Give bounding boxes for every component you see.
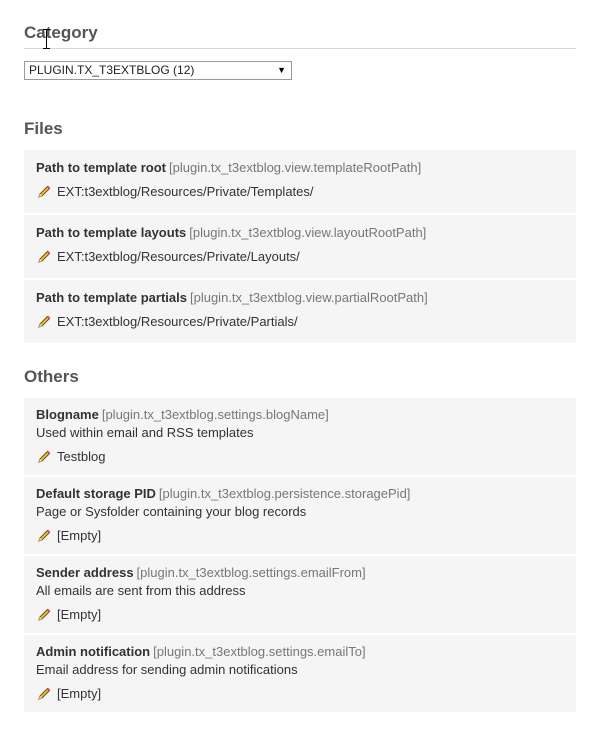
files-heading: Files bbox=[24, 119, 63, 138]
setting-description: Page or Sysfolder containing your blog r… bbox=[36, 504, 307, 519]
pencil-icon[interactable] bbox=[36, 528, 52, 544]
setting-value-row[interactable]: [Empty] bbox=[36, 606, 564, 624]
pencil-icon[interactable] bbox=[36, 607, 52, 623]
settings-panel: Category PLUGIN.TX_T3EXTBLOG (12) ▼ File… bbox=[24, 0, 576, 714]
setting-value: EXT:t3extblog/Resources/Private/Partials… bbox=[57, 314, 298, 329]
setting-name: Blogname bbox=[36, 407, 99, 422]
setting-value: EXT:t3extblog/Resources/Private/Layouts/ bbox=[57, 249, 300, 264]
pencil-icon[interactable] bbox=[36, 449, 52, 465]
setting-name: Path to template root bbox=[36, 160, 167, 175]
category-select[interactable]: PLUGIN.TX_T3EXTBLOG (12) ▼ bbox=[24, 61, 292, 80]
setting-key: [plugin.tx_t3extblog.settings.emailTo] bbox=[153, 644, 366, 659]
setting-name: Default storage PID bbox=[36, 486, 156, 501]
setting-item-sender-address: Sender address [plugin.tx_t3extblog.setti… bbox=[24, 556, 576, 635]
setting-item-template-partials: Path to template partials [plugin.tx_t3ex… bbox=[24, 280, 576, 345]
setting-value-row[interactable]: Testblog bbox=[36, 448, 564, 466]
setting-item-storage-pid: Default storage PID [plugin.tx_t3extblog.… bbox=[24, 477, 576, 556]
pencil-icon[interactable] bbox=[36, 686, 52, 702]
setting-value: [Empty] bbox=[57, 607, 102, 622]
setting-description: Email address for sending admin notifica… bbox=[36, 662, 298, 677]
text-cursor-icon bbox=[42, 28, 52, 50]
setting-value-row[interactable]: [Empty] bbox=[36, 685, 564, 703]
setting-key: [plugin.tx_t3extblog.persistence.storage… bbox=[158, 486, 411, 501]
setting-key: [plugin.tx_t3extblog.settings.blogName] bbox=[101, 407, 329, 422]
category-heading: Category bbox=[24, 23, 576, 49]
pencil-icon[interactable] bbox=[36, 184, 52, 200]
setting-key: [plugin.tx_t3extblog.settings.emailFrom] bbox=[136, 565, 366, 580]
setting-name: Sender address bbox=[36, 565, 134, 580]
setting-value-row[interactable]: [Empty] bbox=[36, 527, 564, 545]
setting-item-template-root: Path to template root [plugin.tx_t3extblo… bbox=[24, 150, 576, 215]
setting-description: All emails are sent from this address bbox=[36, 583, 246, 598]
setting-value-row[interactable]: EXT:t3extblog/Resources/Private/Template… bbox=[36, 183, 564, 201]
setting-value: [Empty] bbox=[57, 686, 102, 701]
setting-name: Path to template layouts bbox=[36, 225, 187, 240]
category-select-value: PLUGIN.TX_T3EXTBLOG (12) bbox=[29, 63, 195, 77]
setting-key: [plugin.tx_t3extblog.view.partialRootPat… bbox=[189, 290, 428, 305]
setting-name: Admin notification bbox=[36, 644, 151, 659]
setting-value: EXT:t3extblog/Resources/Private/Template… bbox=[57, 184, 314, 199]
setting-description: Used within email and RSS templates bbox=[36, 425, 254, 440]
setting-key: [plugin.tx_t3extblog.view.layoutRootPath… bbox=[189, 225, 427, 240]
pencil-icon[interactable] bbox=[36, 249, 52, 265]
setting-item-template-layouts: Path to template layouts [plugin.tx_t3ext… bbox=[24, 215, 576, 280]
setting-item-admin-notification: Admin notification [plugin.tx_t3extblog.s… bbox=[24, 635, 576, 714]
setting-value-row[interactable]: EXT:t3extblog/Resources/Private/Layouts/ bbox=[36, 248, 564, 266]
pencil-icon[interactable] bbox=[36, 314, 52, 330]
triangle-down-icon: ▼ bbox=[277, 65, 286, 75]
others-group: Blogname [plugin.tx_t3extblog.settings.bl… bbox=[24, 398, 576, 714]
setting-key: [plugin.tx_t3extblog.view.templateRootPa… bbox=[169, 160, 422, 175]
setting-item-blogname: Blogname [plugin.tx_t3extblog.settings.bl… bbox=[24, 398, 576, 477]
setting-value: [Empty] bbox=[57, 528, 102, 543]
setting-value: Testblog bbox=[57, 449, 106, 464]
files-group: Path to template root [plugin.tx_t3extblo… bbox=[24, 150, 576, 345]
setting-value-row[interactable]: EXT:t3extblog/Resources/Private/Partials… bbox=[36, 313, 564, 331]
setting-name: Path to template partials bbox=[36, 290, 187, 305]
others-heading: Others bbox=[24, 367, 79, 386]
